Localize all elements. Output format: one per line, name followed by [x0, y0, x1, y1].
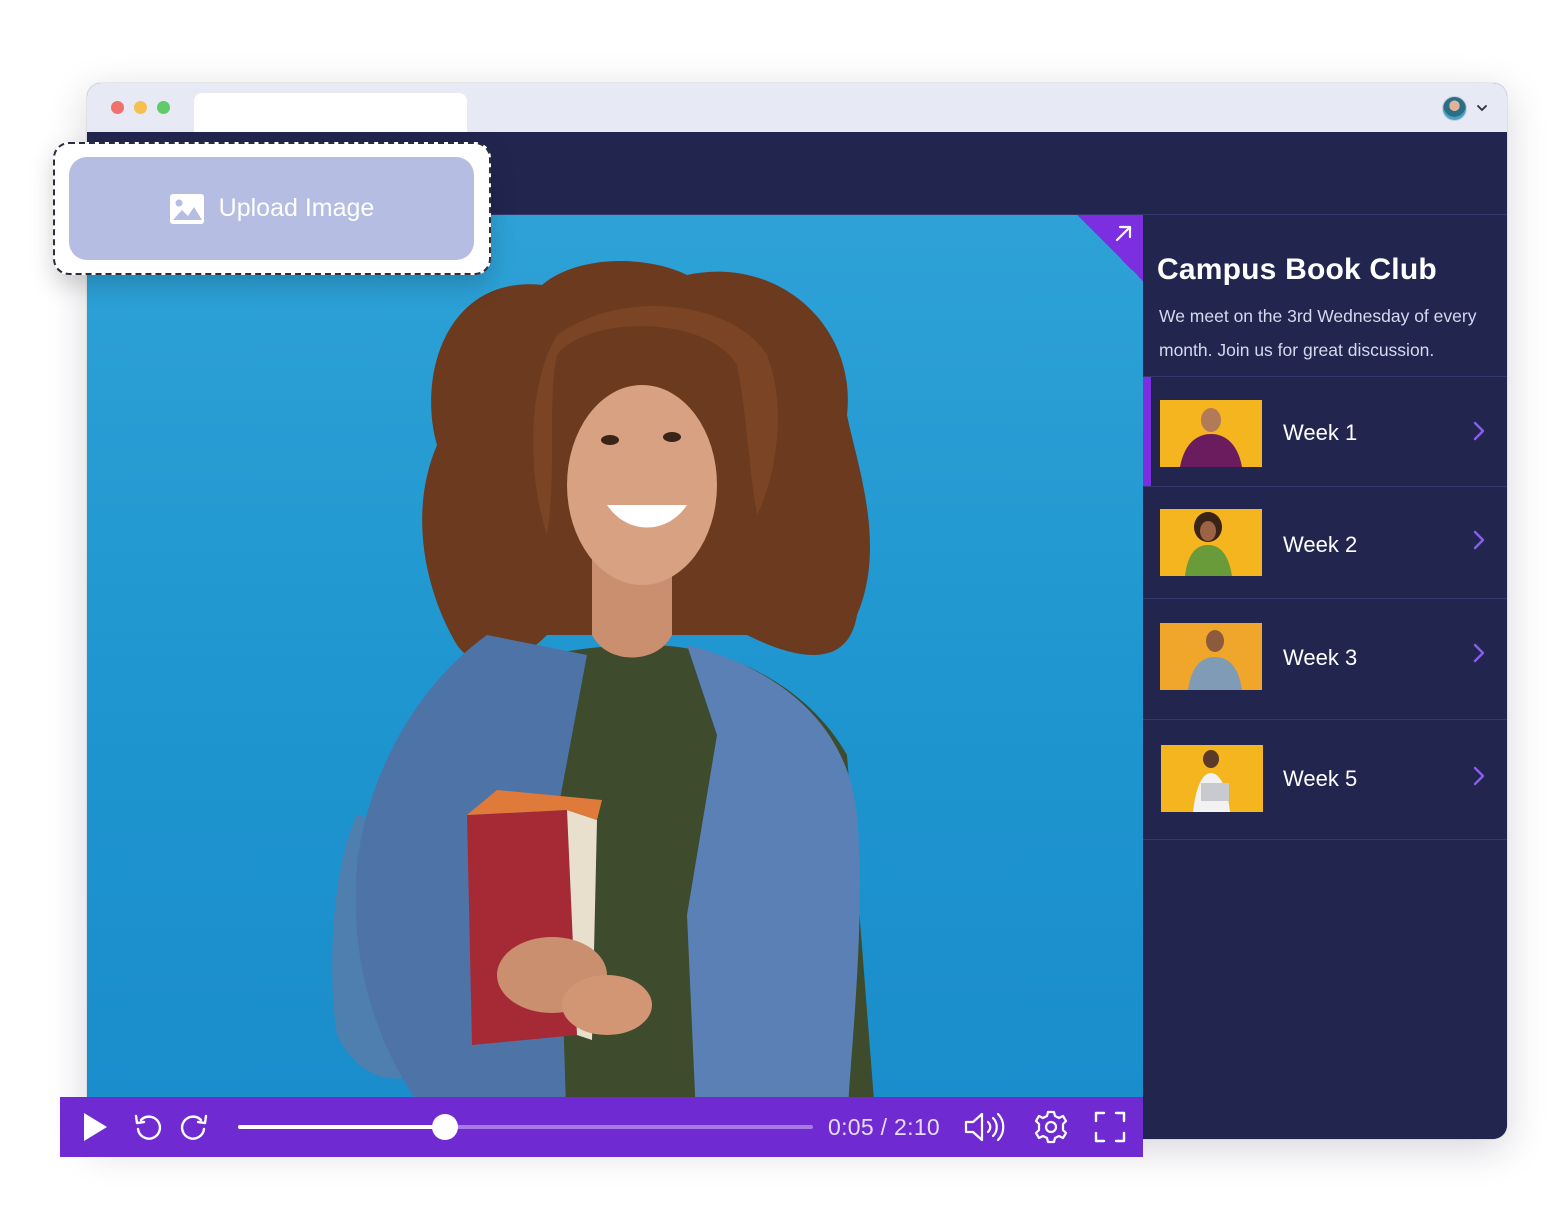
play-icon — [84, 1113, 107, 1141]
week-2-thumbnail — [1160, 509, 1262, 576]
playlist-item-label: Week 3 — [1283, 645, 1358, 670]
week-3-thumbnail — [1160, 623, 1262, 690]
time-display: 0:05 / 2:10 — [828, 1114, 940, 1140]
upload-image-dropzone[interactable]: Upload Image — [53, 142, 491, 275]
play-button[interactable] — [78, 1097, 112, 1157]
rewind-button[interactable] — [130, 1097, 166, 1157]
playlist-item-week-5[interactable]: Week 5 — [1143, 720, 1507, 840]
browser-titlebar — [87, 83, 1507, 132]
chevron-right-icon — [1473, 766, 1485, 786]
volume-button[interactable] — [962, 1097, 1008, 1157]
browser-tab[interactable] — [194, 93, 467, 132]
expand-corner[interactable] — [1077, 215, 1143, 281]
playlist-item-label: Week 2 — [1283, 532, 1358, 557]
user-avatar[interactable] — [1442, 96, 1467, 121]
settings-button[interactable] — [1032, 1097, 1070, 1157]
week-5-thumbnail — [1161, 745, 1263, 812]
chevron-right-icon — [1473, 421, 1485, 441]
chevron-right-icon — [1473, 643, 1485, 663]
arrow-up-right-icon — [1115, 225, 1132, 242]
fullscreen-icon — [1094, 1111, 1126, 1143]
chevron-right-icon — [1473, 530, 1485, 550]
seek-handle[interactable] — [432, 1114, 458, 1140]
upload-image-button[interactable]: Upload Image — [69, 157, 474, 260]
settings-icon — [1034, 1110, 1068, 1144]
forward-icon — [180, 1114, 208, 1140]
chevron-down-icon[interactable] — [1475, 101, 1489, 115]
image-icon — [169, 193, 204, 224]
playlist-item-label: Week 5 — [1283, 766, 1358, 791]
playlist-description: We meet on the 3rd Wednesday of every mo… — [1159, 306, 1477, 360]
maximize-window-button[interactable] — [157, 101, 170, 114]
rewind-icon — [134, 1114, 162, 1140]
playlist-item-week-3[interactable]: Week 3 — [1143, 599, 1507, 720]
playlist-item-week-2[interactable]: Week 2 — [1143, 487, 1507, 599]
playlist-item-label: Week 1 — [1283, 420, 1358, 445]
forward-button[interactable] — [176, 1097, 212, 1157]
playlist-sidebar: Campus Book Club We meet on the 3rd Wedn… — [1143, 215, 1507, 1139]
week-1-thumbnail — [1160, 400, 1262, 467]
upload-image-label: Upload Image — [218, 194, 375, 222]
playlist-items: Week 1 Week 2 Week 3 Week 5 — [1143, 376, 1507, 840]
student-holding-books-photo — [332, 261, 877, 1139]
seek-bar[interactable] — [238, 1114, 813, 1140]
close-window-button[interactable] — [111, 101, 124, 114]
minimize-window-button[interactable] — [134, 101, 147, 114]
fullscreen-button[interactable] — [1092, 1097, 1128, 1157]
volume-icon — [964, 1112, 1005, 1142]
video-frame[interactable] — [87, 215, 1143, 1139]
video-controls: 0:05 / 2:10 — [60, 1097, 1143, 1157]
playlist-item-week-1[interactable]: Week 1 — [1143, 377, 1507, 487]
playlist-title: Campus Book Club — [1157, 253, 1437, 286]
seek-progress — [238, 1125, 445, 1129]
